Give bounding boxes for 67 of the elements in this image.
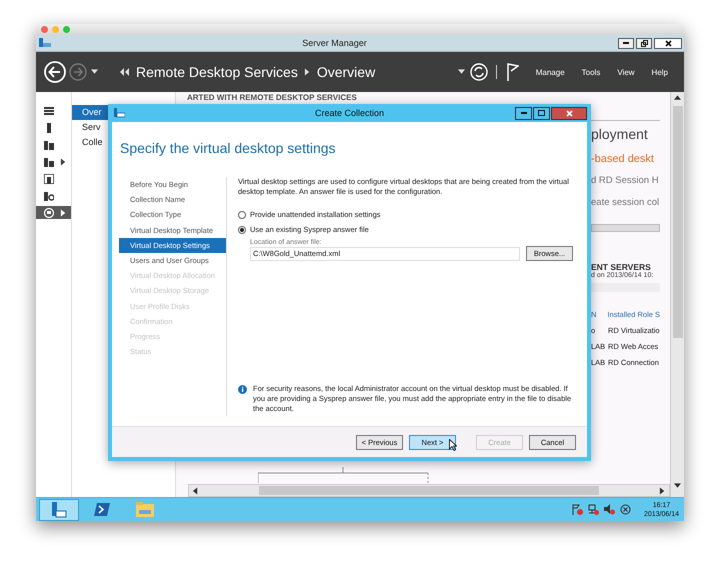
- minimize-icon: [520, 112, 526, 114]
- vertical-scrollbar[interactable]: [670, 92, 684, 497]
- accent-text: -based deskt: [591, 153, 655, 167]
- close-button[interactable]: [654, 38, 682, 48]
- radio-button[interactable]: [238, 210, 246, 218]
- server-group-icon: [44, 156, 54, 166]
- maximize-button[interactable]: [533, 106, 550, 120]
- scroll-up-icon: [674, 94, 681, 102]
- chevron-icon: [304, 68, 311, 76]
- dropdown-icon: [458, 68, 465, 76]
- dialog-title: Create Collection: [314, 108, 386, 118]
- network-icon[interactable]: [588, 504, 599, 515]
- horizontal-scrollbar[interactable]: [188, 484, 670, 497]
- nav-item[interactable]: Colle: [72, 135, 112, 150]
- close-icon: [664, 40, 672, 46]
- menu-item[interactable]: View: [617, 68, 635, 76]
- menu-item[interactable]: Manage: [536, 68, 565, 76]
- minimize-button[interactable]: [618, 38, 634, 48]
- breadcrumb-link[interactable]: Remote Desktop Services: [136, 64, 298, 80]
- taskbar-button[interactable]: [39, 498, 79, 520]
- minimize-button[interactable]: [515, 106, 532, 120]
- flag-error-icon[interactable]: [572, 504, 583, 515]
- info-icon: [238, 385, 247, 394]
- scroll-thumb[interactable]: [672, 106, 682, 338]
- nav-item[interactable]: Serv: [72, 120, 112, 135]
- maximize-icon: [538, 110, 545, 116]
- section-heading: ENT SERVERS: [591, 262, 652, 272]
- dialog-heading: Specify the virtual desktop settings: [119, 139, 337, 158]
- expand-arrow-icon: [60, 158, 67, 166]
- server-manager-icon: [39, 38, 51, 48]
- wizard-icon: [114, 108, 125, 118]
- close-button[interactable]: [551, 106, 587, 120]
- close-icon: [566, 110, 572, 116]
- radio-button[interactable]: [238, 226, 246, 234]
- window-title: Server Manager: [301, 38, 368, 48]
- close-circle-icon[interactable]: [620, 504, 631, 515]
- building-icon: [44, 174, 54, 184]
- dropdown-icon: [91, 68, 98, 76]
- restore-button[interactable]: [636, 38, 652, 48]
- breadcrumb-link[interactable]: Overview: [316, 64, 376, 80]
- scroll-left-icon: [192, 486, 199, 494]
- server-icon: [44, 122, 54, 132]
- minimize-icon: [623, 42, 629, 44]
- forward-button[interactable]: [69, 63, 87, 81]
- back-button[interactable]: [44, 61, 66, 83]
- panel-header-bar: [591, 224, 660, 232]
- filter-field[interactable]: [591, 283, 660, 292]
- scroll-right-icon: [659, 486, 666, 494]
- expand-arrow-icon: [60, 208, 67, 216]
- body-text: eate session col: [591, 197, 660, 210]
- refresh-icon[interactable]: [470, 63, 488, 81]
- body-text: d RD Session H: [591, 175, 660, 188]
- restore-icon: [640, 40, 648, 46]
- terminal-icon: [94, 503, 110, 516]
- scroll-thumb[interactable]: [259, 486, 599, 495]
- servers-icon: [44, 140, 54, 150]
- server-manager-icon: [51, 502, 67, 518]
- double-arrow-icon: [120, 68, 130, 76]
- menu-item[interactable]: Tools: [582, 68, 600, 76]
- flag-icon[interactable]: [506, 63, 519, 81]
- mouse-pointer-icon: [449, 439, 457, 451]
- scroll-down-icon: [674, 482, 681, 490]
- folder-icon: [136, 502, 154, 517]
- speaker-muted-icon[interactable]: [604, 504, 615, 515]
- section-heading: ARTED WITH REMOTE DESKTOP SERVICES: [186, 92, 358, 103]
- sidebar-item[interactable]: [36, 206, 71, 219]
- menu-item[interactable]: Help: [652, 68, 668, 76]
